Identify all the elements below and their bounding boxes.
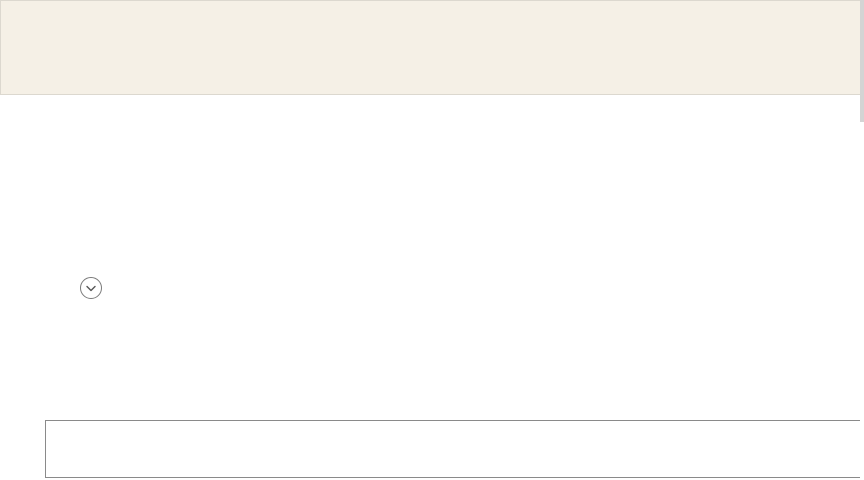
top-banner (0, 0, 864, 95)
vertical-scrollbar[interactable] (860, 0, 864, 480)
scrollbar-thumb[interactable] (860, 0, 864, 122)
page (0, 0, 864, 480)
bottom-input-box[interactable] (45, 420, 862, 478)
expand-toggle-button[interactable] (80, 277, 102, 299)
chevron-down-icon (86, 285, 96, 291)
